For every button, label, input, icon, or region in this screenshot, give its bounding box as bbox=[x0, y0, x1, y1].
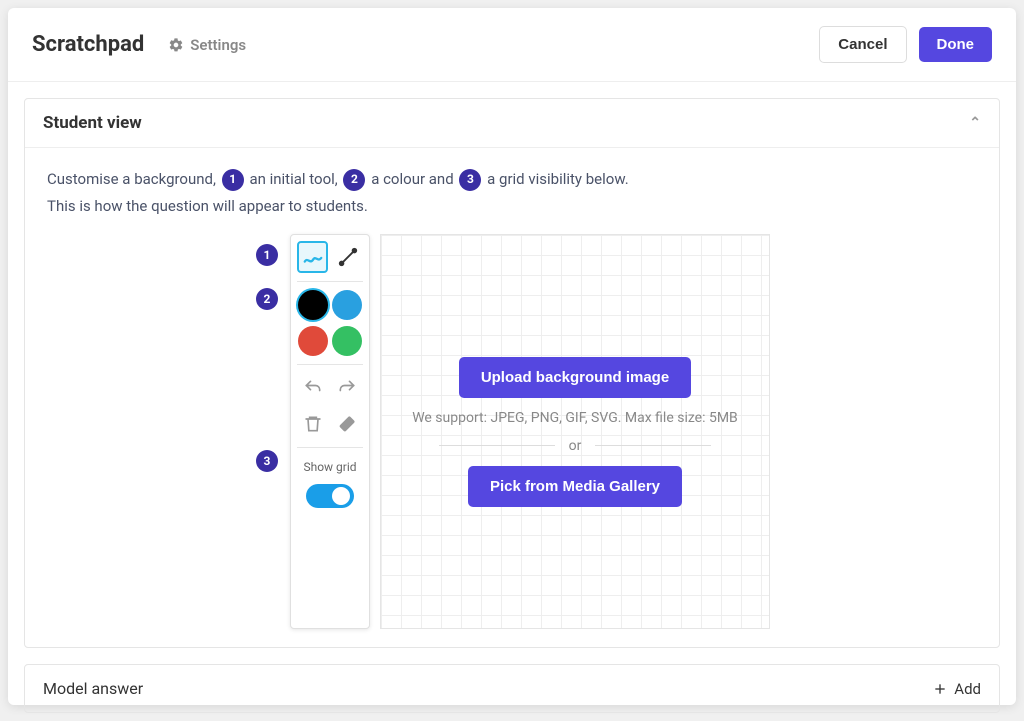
eraser-button[interactable] bbox=[332, 409, 362, 439]
canvas-area: Upload background image We support: JPEG… bbox=[380, 234, 770, 629]
add-label: Add bbox=[954, 680, 981, 698]
model-answer-heading: Model answer bbox=[43, 679, 143, 698]
line-icon bbox=[337, 246, 359, 268]
instruction-text: Customise a background, 1 an initial too… bbox=[47, 166, 977, 220]
page-title: Scratchpad bbox=[32, 32, 144, 57]
badge-3: 3 bbox=[256, 450, 278, 472]
student-view-header[interactable]: Student view ⌃ bbox=[25, 99, 999, 148]
freehand-tool[interactable] bbox=[297, 241, 328, 273]
scratchpad-modal: Scratchpad Settings Cancel Done Student … bbox=[8, 8, 1016, 705]
undo-icon bbox=[303, 378, 323, 398]
eraser-icon bbox=[337, 414, 357, 434]
delete-button[interactable] bbox=[298, 409, 328, 439]
badge-column: 1 2 3 bbox=[254, 234, 280, 629]
instruction-p2: an initial tool, bbox=[249, 170, 337, 188]
color-row-1 bbox=[297, 290, 363, 320]
badge-1: 1 bbox=[256, 244, 278, 266]
badge-1-inline: 1 bbox=[222, 169, 244, 191]
media-gallery-button[interactable]: Pick from Media Gallery bbox=[468, 466, 682, 507]
plus-icon bbox=[932, 681, 948, 697]
instruction-p1: Customise a background, bbox=[47, 170, 216, 188]
settings-link[interactable]: Settings bbox=[168, 36, 246, 54]
add-model-answer-button[interactable]: Add bbox=[932, 680, 981, 698]
trash-icon bbox=[303, 414, 323, 434]
student-view-heading: Student view bbox=[43, 113, 142, 133]
divider-line-right bbox=[595, 445, 710, 446]
delete-erase-row bbox=[297, 409, 363, 439]
settings-label: Settings bbox=[190, 36, 246, 54]
instruction-p4: a grid visibility below. bbox=[487, 170, 629, 188]
divider-line-left bbox=[439, 445, 554, 446]
cancel-button[interactable]: Cancel bbox=[819, 26, 906, 63]
upload-background-button[interactable]: Upload background image bbox=[459, 357, 691, 398]
badge-3-inline: 3 bbox=[459, 169, 481, 191]
color-black[interactable] bbox=[298, 290, 328, 320]
model-answer-section: Model answer Add bbox=[24, 664, 1000, 713]
tool-row bbox=[297, 241, 363, 273]
redo-icon bbox=[337, 378, 357, 398]
modal-header: Scratchpad Settings Cancel Done bbox=[8, 8, 1016, 82]
color-green[interactable] bbox=[332, 326, 362, 356]
color-red[interactable] bbox=[298, 326, 328, 356]
badge-2-inline: 2 bbox=[343, 169, 365, 191]
show-grid-toggle[interactable] bbox=[306, 484, 354, 508]
show-grid-label: Show grid bbox=[297, 460, 363, 474]
gear-icon bbox=[168, 37, 184, 53]
badge-2: 2 bbox=[256, 288, 278, 310]
support-text: We support: JPEG, PNG, GIF, SVG. Max fil… bbox=[412, 410, 738, 426]
student-view-section: Student view ⌃ Customise a background, 1… bbox=[24, 98, 1000, 648]
color-blue[interactable] bbox=[332, 290, 362, 320]
instruction-line2: This is how the question will appear to … bbox=[47, 197, 368, 215]
line-tool[interactable] bbox=[332, 241, 363, 273]
drawing-toolbar: Show grid bbox=[290, 234, 370, 629]
editor-area: 1 2 3 bbox=[47, 234, 977, 629]
or-text: or bbox=[569, 438, 582, 454]
color-row-2 bbox=[297, 326, 363, 356]
undo-redo-row bbox=[297, 373, 363, 403]
done-button[interactable]: Done bbox=[919, 27, 993, 62]
instruction-p3: a colour and bbox=[371, 170, 453, 188]
student-view-body: Customise a background, 1 an initial too… bbox=[25, 148, 999, 647]
scribble-icon bbox=[302, 246, 324, 268]
redo-button[interactable] bbox=[332, 373, 362, 403]
undo-button[interactable] bbox=[298, 373, 328, 403]
toggle-knob bbox=[332, 487, 350, 505]
or-divider: or bbox=[439, 438, 711, 454]
chevron-up-icon: ⌃ bbox=[969, 115, 981, 131]
